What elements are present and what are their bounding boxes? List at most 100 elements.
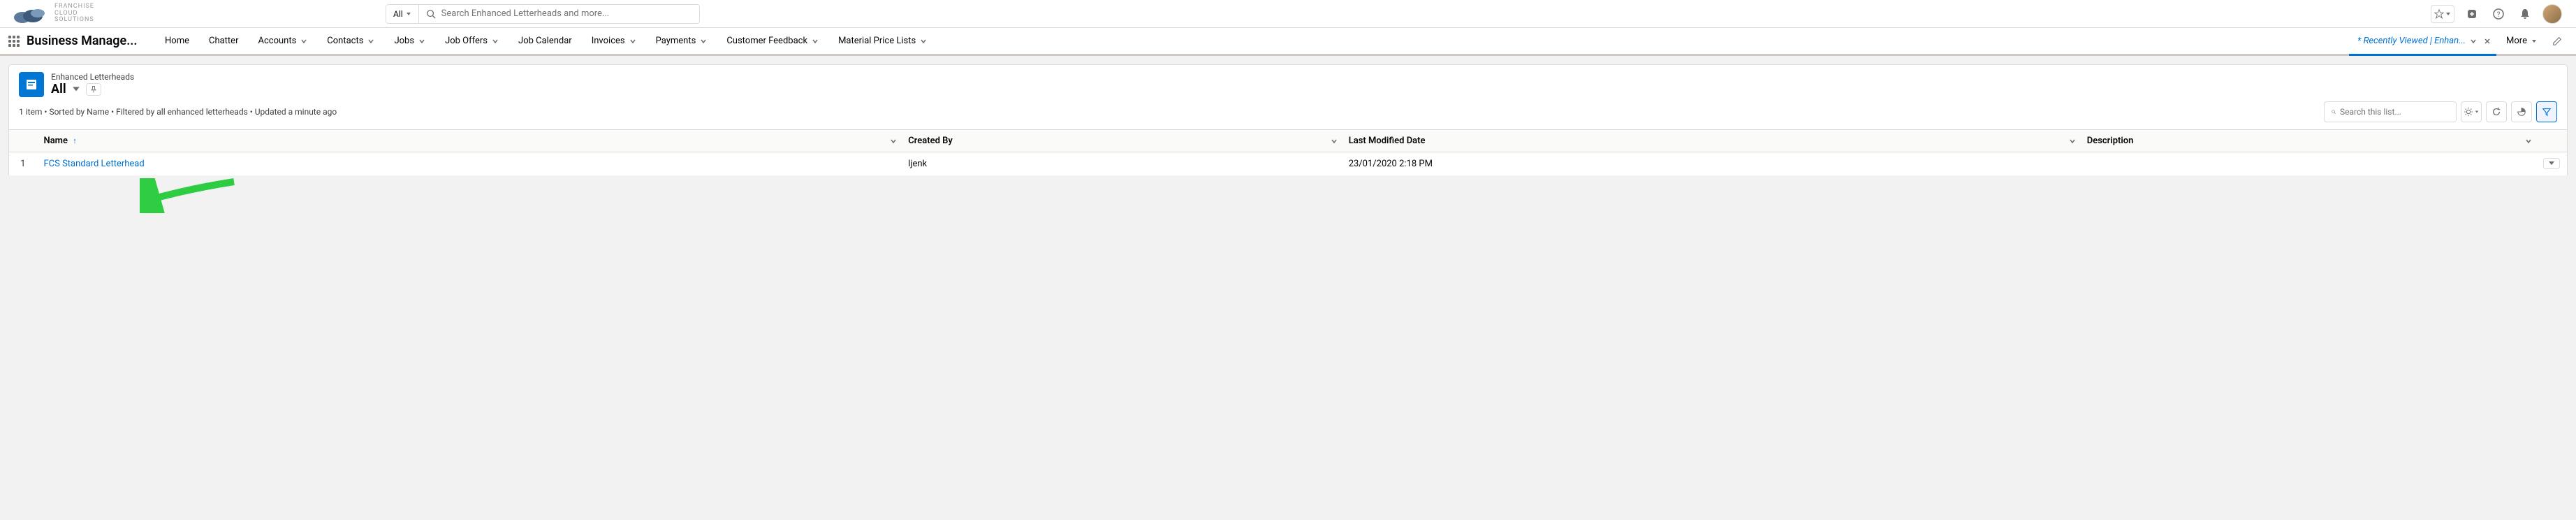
nav-item-label: Job Offers bbox=[445, 36, 488, 46]
col-created-by-label: Created By bbox=[908, 136, 953, 146]
nav-item-invoices[interactable]: Invoices bbox=[582, 27, 646, 55]
col-last-modified-menu[interactable] bbox=[2069, 138, 2076, 145]
chevron-down-icon bbox=[920, 38, 927, 45]
pin-list-button[interactable] bbox=[86, 83, 101, 96]
question-icon: ? bbox=[2492, 8, 2505, 20]
nav-item-label: Contacts bbox=[327, 36, 363, 46]
chevron-down-icon bbox=[367, 38, 374, 45]
caret-down-icon bbox=[2475, 110, 2479, 114]
caret-down-icon bbox=[2531, 38, 2537, 44]
col-created-by-header[interactable]: Created By bbox=[901, 130, 1342, 152]
col-actions bbox=[2536, 130, 2568, 152]
filter-button[interactable] bbox=[2536, 101, 2557, 122]
chevron-down-icon bbox=[629, 38, 636, 45]
nav-item-label: Jobs bbox=[394, 36, 414, 46]
chevron-down-icon bbox=[812, 38, 819, 45]
chevron-down-icon bbox=[700, 38, 707, 45]
search-scope-dropdown[interactable]: All bbox=[386, 4, 419, 24]
nav-item-contacts[interactable]: Contacts bbox=[317, 27, 384, 55]
nav-item-job-offers[interactable]: Job Offers bbox=[435, 27, 508, 55]
chevron-down-icon[interactable] bbox=[2470, 38, 2477, 45]
global-actions-button[interactable] bbox=[2463, 5, 2481, 23]
row-actions-button[interactable] bbox=[2543, 158, 2560, 169]
nav-item-home[interactable]: Home bbox=[155, 27, 199, 55]
chevron-down-icon bbox=[1331, 138, 1338, 145]
global-search-input[interactable] bbox=[441, 8, 692, 19]
nav-item-label: Material Price Lists bbox=[838, 36, 916, 46]
created-by-cell: ljenk bbox=[901, 152, 1342, 176]
col-name-menu[interactable] bbox=[890, 138, 897, 145]
caret-down-icon bbox=[2548, 160, 2555, 167]
pin-icon bbox=[89, 85, 98, 94]
record-name-link[interactable]: FCS Standard Letterhead bbox=[44, 159, 145, 169]
plus-icon bbox=[2466, 8, 2478, 20]
nav-item-label: Accounts bbox=[258, 36, 296, 46]
search-icon bbox=[2332, 108, 2336, 116]
app-launcher-button[interactable] bbox=[8, 36, 20, 47]
col-description-header[interactable]: Description bbox=[2080, 130, 2536, 152]
caret-down-icon bbox=[2445, 11, 2451, 17]
edit-nav-button[interactable] bbox=[2547, 36, 2568, 46]
list-search[interactable] bbox=[2324, 101, 2457, 122]
gear-icon bbox=[2464, 107, 2473, 117]
last-modified-cell: 23/01/2020 2:18 PM bbox=[1342, 152, 2080, 176]
annotation-arrow bbox=[140, 178, 237, 213]
chevron-down-icon bbox=[418, 38, 425, 45]
object-icon bbox=[19, 72, 44, 97]
chevron-down-icon bbox=[2069, 138, 2076, 145]
refresh-button[interactable] bbox=[2486, 101, 2507, 122]
list-view-switcher[interactable] bbox=[72, 85, 80, 94]
caret-down-icon bbox=[406, 11, 411, 17]
col-row-number bbox=[9, 130, 37, 152]
user-avatar[interactable] bbox=[2542, 4, 2562, 24]
cloud-logo-icon bbox=[8, 3, 50, 24]
pencil-icon bbox=[2552, 36, 2562, 46]
col-name-label: Name bbox=[44, 136, 68, 146]
caret-down-icon bbox=[72, 85, 80, 94]
nav-item-label: Job Calendar bbox=[518, 36, 572, 46]
nav-item-jobs[interactable]: Jobs bbox=[384, 27, 435, 55]
nav-item-label: Invoices bbox=[592, 36, 625, 46]
col-description-label: Description bbox=[2087, 136, 2134, 146]
table-row: 1 FCS Standard Letterhead ljenk 23/01/20… bbox=[9, 152, 2568, 176]
notifications-button[interactable] bbox=[2516, 5, 2534, 23]
list-view-controls-button[interactable] bbox=[2461, 101, 2482, 122]
favorites-button[interactable] bbox=[2431, 5, 2454, 23]
bell-icon bbox=[2519, 8, 2531, 20]
row-number: 1 bbox=[9, 152, 37, 176]
nav-item-material-price-lists[interactable]: Material Price Lists bbox=[828, 27, 937, 55]
filter-icon bbox=[2542, 107, 2552, 117]
search-scope-label: All bbox=[393, 9, 403, 19]
list-search-input[interactable] bbox=[2340, 107, 2449, 117]
nav-more-menu[interactable]: More bbox=[2496, 27, 2547, 55]
col-name-header[interactable]: Name ↑ bbox=[37, 130, 902, 152]
col-last-modified-label: Last Modified Date bbox=[1349, 136, 1426, 146]
chart-button[interactable] bbox=[2511, 101, 2532, 122]
more-label: More bbox=[2506, 36, 2527, 46]
object-type-label: Enhanced Letterheads bbox=[51, 72, 134, 82]
logo-text-3: SOLUTIONS bbox=[54, 17, 94, 24]
nav-item-customer-feedback[interactable]: Customer Feedback bbox=[717, 27, 828, 55]
current-tab[interactable]: * Recently Viewed | Enhan... bbox=[2349, 28, 2496, 56]
svg-text:?: ? bbox=[2497, 11, 2501, 19]
close-tab-button[interactable] bbox=[2484, 38, 2491, 45]
nav-item-accounts[interactable]: Accounts bbox=[248, 27, 317, 55]
chevron-down-icon bbox=[492, 38, 499, 45]
chevron-down-icon bbox=[890, 138, 897, 145]
brand-logo: FRANCHISE CLOUD SOLUTIONS bbox=[8, 3, 386, 24]
col-description-menu[interactable] bbox=[2525, 138, 2532, 145]
close-icon bbox=[2484, 38, 2491, 45]
sort-ascending-icon: ↑ bbox=[73, 136, 77, 145]
nav-item-label: Customer Feedback bbox=[726, 36, 807, 46]
pie-chart-icon bbox=[2517, 107, 2526, 117]
nav-item-chatter[interactable]: Chatter bbox=[199, 27, 249, 55]
col-last-modified-header[interactable]: Last Modified Date bbox=[1342, 130, 2080, 152]
nav-item-payments[interactable]: Payments bbox=[646, 27, 717, 55]
nav-item-job-calendar[interactable]: Job Calendar bbox=[508, 27, 582, 55]
list-view-name: All bbox=[51, 82, 66, 96]
col-created-by-menu[interactable] bbox=[1331, 138, 1338, 145]
help-button[interactable]: ? bbox=[2489, 5, 2508, 23]
search-icon bbox=[426, 9, 436, 19]
global-search[interactable] bbox=[419, 4, 700, 24]
nav-item-label: Home bbox=[165, 36, 189, 46]
